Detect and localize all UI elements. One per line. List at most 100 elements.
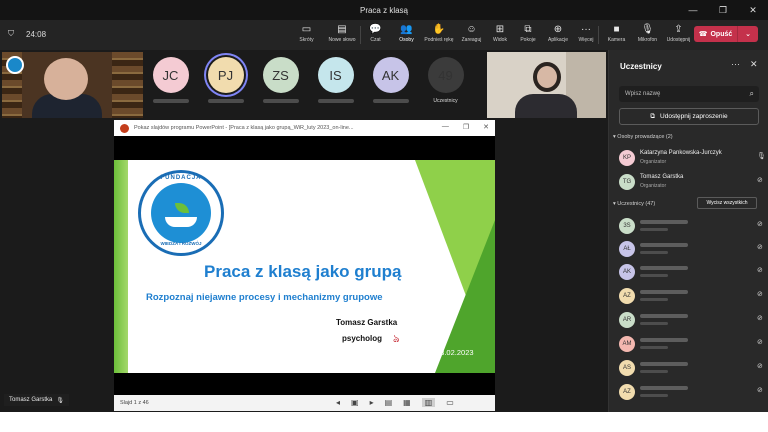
slideshow-controls: ◂ ▣ ▸ ▤ ▦ ▥ ▭ (336, 398, 454, 407)
normal-view-icon[interactable]: ▤ (385, 398, 393, 407)
participants-panel: Uczestnicy ··· ✕ Wpisz nazwę ⌕ ⧉ Udostęp… (608, 50, 768, 412)
maximize-icon[interactable]: ❐ (708, 0, 738, 20)
avatar: PJ (207, 57, 244, 93)
avatar-tile[interactable]: AK (370, 57, 411, 104)
next-slide-icon[interactable]: ▸ (370, 398, 374, 407)
minimize-icon[interactable]: — (678, 0, 708, 20)
participant-row[interactable]: AK ⊘ (619, 262, 765, 284)
leave-main[interactable]: ☎ Opuść (694, 26, 738, 42)
rooms-button[interactable]: ⧉ Pokoje (513, 23, 543, 49)
foundation-logo: FUNDACJA WIEDZA I ROZWÓJ (138, 170, 224, 256)
meeting-timer: 24:08 (26, 29, 47, 39)
slide-counter: Slajd 1 z 46 (120, 400, 149, 406)
participants-count-label: Uczestnicy (433, 98, 458, 104)
avatar-tile[interactable]: PJ (205, 57, 246, 104)
more-button[interactable]: ··· Więcej (573, 23, 599, 49)
avatar-tile[interactable]: IS (315, 57, 356, 104)
window-title: Praca z klasą (359, 5, 409, 15)
participant-row[interactable]: AZ ⊘ (619, 286, 765, 308)
participant-name-redacted (640, 338, 688, 342)
avatar-name (317, 99, 354, 103)
avatar-name (372, 99, 409, 103)
slide-subtitle: Rozpoznaj niejawne procesy i mechanizmy … (146, 292, 383, 303)
record-button[interactable]: ▭ Skróty (291, 23, 322, 49)
slide-date: 13.02.2023 (436, 348, 474, 357)
participant-search-input[interactable]: Wpisz nazwę ⌕ (619, 86, 759, 102)
slide-canvas[interactable]: FUNDACJA WIEDZA I ROZWÓJ Praca z klasą j… (114, 160, 495, 373)
close-icon[interactable]: ✕ (750, 59, 758, 70)
view-button[interactable]: ⊞ Widok (487, 23, 513, 49)
participant-name-redacted (640, 266, 688, 270)
avatar: AŁ (619, 241, 635, 257)
ppt-status-bar: Slajd 1 z 46 ◂ ▣ ▸ ▤ ▦ ▥ ▭ (114, 395, 495, 411)
close-icon[interactable]: ✕ (738, 0, 768, 20)
reactions-button[interactable]: ☺ Zareaguj (456, 23, 487, 49)
avatar: TG (619, 174, 635, 190)
more-options-icon[interactable]: ··· (731, 59, 740, 69)
bottom-strip (0, 412, 768, 432)
raise-hand-button[interactable]: ✋ Podnieś rękę (422, 23, 456, 49)
mic-muted-icon: ⊘ (757, 363, 763, 370)
previous-slide-icon[interactable]: ◂ (336, 398, 340, 407)
participant-name-redacted (640, 386, 688, 390)
mic-button[interactable]: 🎙 Mikrofon (632, 23, 663, 49)
mic-muted-icon: ⊘ (757, 177, 763, 184)
participant-row[interactable]: 3S ⊘ (619, 216, 765, 238)
people-icon: 👥 (400, 24, 413, 35)
mic-muted-icon: ⊘ (757, 291, 763, 298)
apps-button[interactable]: ⊕ Aplikacje (543, 23, 573, 49)
people-button[interactable]: 👥 Osoby (391, 23, 422, 49)
main-tools: 💬 Czat 👥 Osoby ✋ Podnieś rękę ☺ Zareaguj… (360, 23, 599, 49)
avatar-tile[interactable]: ZS (260, 57, 301, 104)
attendees-section-header[interactable]: ▾ Uczestnicy (47) (613, 201, 655, 207)
video-tile-participant[interactable] (487, 52, 606, 118)
chevron-down-icon[interactable]: ⌄ (738, 30, 758, 38)
apps-icon: ⊕ (553, 24, 563, 35)
notes-button[interactable]: ▤ Nowe słowo (322, 23, 362, 49)
person-head (44, 58, 88, 100)
participant-row[interactable]: KP Katarzyna Pankowska-Jurczyk Organizat… (619, 148, 766, 170)
foundation-logo-icon (6, 56, 24, 74)
participant-name-redacted (640, 290, 688, 294)
reading-view-icon[interactable]: ▥ (421, 398, 436, 407)
rooms-icon: ⧉ (524, 24, 532, 35)
organizers-section-header[interactable]: ▾ Osoby prowadzące (2) (613, 134, 673, 140)
mute-all-button[interactable]: Wycisz wszystkich (697, 197, 757, 209)
slideshow-icon[interactable]: ▭ (446, 398, 454, 407)
maximize-icon[interactable]: ❐ (463, 123, 469, 131)
avatar: AZ (619, 288, 635, 304)
share-invite-button[interactable]: ⧉ Udostępnij zaproszenie (619, 108, 759, 125)
close-icon[interactable]: ✕ (483, 123, 489, 131)
ppt-window-title: Pokaz slajdów programu PowerPoint - [Pra… (134, 125, 354, 131)
avatar: JC (152, 57, 189, 93)
chat-button[interactable]: 💬 Czat (360, 23, 391, 49)
minimize-icon[interactable]: — (442, 123, 449, 131)
view-icon: ⊞ (495, 24, 505, 35)
video-tile-presenter[interactable] (2, 52, 143, 118)
shield-icon: ⛉ (8, 29, 14, 38)
leave-button[interactable]: ☎ Opuść ⌄ (694, 26, 758, 42)
slide-title: Praca z klasą jako grupą (204, 262, 402, 281)
slide-sorter-icon[interactable]: ▦ (403, 398, 411, 407)
participant-row[interactable]: AŁ ⊘ (619, 239, 765, 261)
participant-role: Organizator (640, 183, 667, 189)
participant-name: Tomasz Garstka (640, 174, 684, 180)
avatar-tile[interactable]: JC (150, 57, 191, 104)
powerpoint-slideshow-window[interactable]: Pokaz slajdów programu PowerPoint - [Pra… (114, 120, 495, 411)
media-tools: ■ Kamera 🎙 Mikrofon ⇪ Udostępnij (601, 23, 694, 49)
share-button[interactable]: ⇪ Udostępnij (663, 23, 694, 49)
camera-button[interactable]: ■ Kamera (601, 23, 632, 49)
window-controls: — ❐ ✕ (678, 0, 768, 20)
participant-role-redacted (640, 228, 668, 231)
participant-row[interactable]: AM ⊘ (619, 334, 765, 356)
avatar-name (207, 99, 244, 103)
slide-menu-icon[interactable]: ▣ (351, 398, 359, 407)
participant-row[interactable]: TG Tomasz Garstka Organizator ⊘ (619, 172, 765, 194)
powerpoint-icon (120, 123, 129, 133)
avatar: 3S (619, 218, 635, 234)
participant-row[interactable]: AR ⊘ (619, 310, 765, 332)
title-bar: Praca z klasą — ❐ ✕ (0, 0, 768, 20)
participants-count-tile[interactable]: 49 Uczestnicy (425, 57, 466, 104)
participant-row[interactable]: AZ ⊘ (619, 382, 765, 404)
participant-row[interactable]: AS ⊘ (619, 358, 765, 380)
